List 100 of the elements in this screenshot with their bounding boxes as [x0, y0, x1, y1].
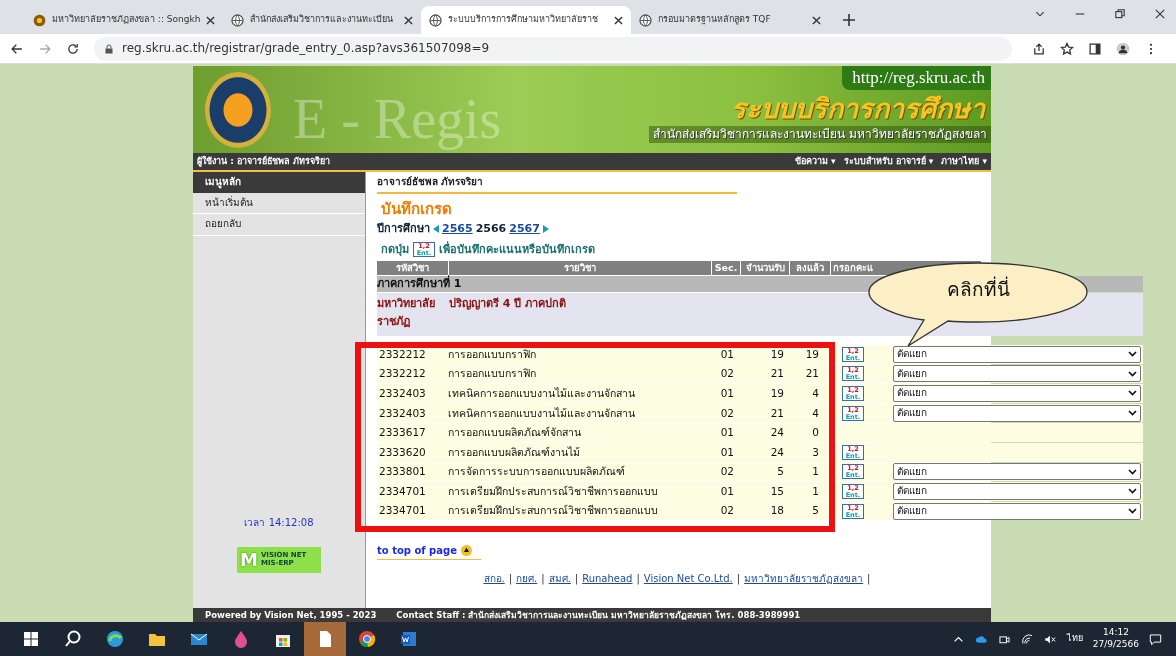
star-icon[interactable]: [1060, 41, 1074, 56]
side-panel-icon[interactable]: [1088, 41, 1102, 56]
browser-tab[interactable]: สำนักส่งเสริมวิชาการและงานทะเบียน: [223, 6, 421, 34]
globe-icon: [639, 13, 652, 27]
column-header: จำนวนรับ: [741, 261, 789, 275]
grade-mode-dropdown[interactable]: ตัดแยก: [893, 463, 1141, 481]
table-cell-text: 01: [719, 386, 735, 401]
year-link[interactable]: 2567: [509, 222, 540, 236]
sidebar-item[interactable]: หน้าเริ่มต้น: [193, 192, 365, 214]
language-indicator[interactable]: ไทย: [1066, 633, 1083, 645]
wifi-icon[interactable]: [1020, 632, 1034, 646]
next-icon[interactable]: [542, 225, 549, 233]
table-cell-text: 21: [769, 406, 785, 420]
grade-mode-dropdown[interactable]: ตัดแยก: [893, 385, 1141, 402]
windows-icon[interactable]: [21, 629, 41, 649]
table-cell-text: 19: [769, 347, 785, 361]
instruction-text: เพื่อบันทึกคะแนนหรือบันทึกเกรด: [439, 242, 595, 257]
table-cell-text: การออกแบบกราฟิก: [448, 347, 537, 361]
grade-mode-dropdown[interactable]: ตัดแยก: [893, 345, 1141, 363]
program-text: ปริญญาตรี 4 ปี ภาคปกติ: [449, 296, 568, 312]
close-icon[interactable]: [812, 15, 821, 25]
restore-icon[interactable]: [1114, 8, 1126, 20]
column-header: รายวิชา: [449, 261, 711, 275]
share-icon[interactable]: [1032, 41, 1046, 56]
nav-menu[interactable]: ภาษาไทย ▾: [941, 155, 987, 168]
nav-menu[interactable]: ข้อความ ▾: [794, 155, 836, 168]
table-cell-text: 02: [719, 406, 735, 420]
table-cell-text: เทคนิคการออกแบบงานไม้และงานจักสาน: [448, 386, 636, 401]
table-cell-text: การออกแบบผลิตภัณฑ์งานไม้: [448, 445, 581, 459]
chevron-down-icon: [1128, 390, 1137, 397]
profile-icon[interactable]: [1116, 41, 1130, 56]
table-cell-text: 21: [769, 367, 785, 381]
link-separator: |: [736, 572, 741, 586]
table-cell-text: การเตรียมฝึกประสบการณ์วิชาชีพการออกแบบ: [448, 504, 659, 518]
table-cell-text: 2332212: [378, 347, 427, 361]
table-cell-text: การออกแบบกราฟิก: [448, 367, 537, 381]
close-icon[interactable]: [404, 15, 413, 25]
powered-by-text: Powered by Vision Net, 1995 - 2023: [205, 609, 377, 621]
footer-link[interactable]: กยศ.: [516, 572, 538, 586]
chevron-down-icon: [1128, 508, 1137, 515]
year-link[interactable]: 2565: [442, 222, 473, 236]
banner-watermark: E - Regis: [293, 87, 502, 152]
system-title: ระบบบริการการศึกษา: [731, 92, 985, 126]
search-icon[interactable]: [63, 629, 83, 649]
browser-tab[interactable]: กรอบมาตรฐานหลักสูตร TQF: [631, 6, 829, 34]
close-icon[interactable]: [1154, 8, 1166, 20]
table-cell-text: การออกแบบผลิตภัณฑ์จักสาน: [448, 426, 582, 440]
footer-link[interactable]: มหาวิทยาลัยราชภัฏสงขลา: [744, 572, 864, 586]
reload-icon[interactable]: [66, 41, 80, 56]
sidebar-item[interactable]: ถอยกลับ: [193, 214, 365, 236]
column-header: ลงแล้ว: [790, 261, 830, 275]
grade-mode-dropdown[interactable]: ตัดแยก: [893, 404, 1141, 422]
link-separator: |: [867, 572, 871, 586]
footer-link[interactable]: Runahead: [582, 572, 633, 586]
chrome-icon[interactable]: [357, 629, 377, 649]
link-separator: |: [574, 572, 579, 586]
grade-mode-dropdown[interactable]: ตัดแยก: [893, 365, 1141, 383]
table-cell-text: 15: [769, 484, 785, 498]
user-label: ผู้ใช้งาน : อาจารย์ธัชพล ภัทรจริยา: [197, 155, 330, 168]
table-cell-text: 01: [719, 484, 735, 498]
address-bar[interactable]: reg.skru.ac.th/registrar/grade_entry_0.asp?avs361507098=9: [94, 36, 1012, 61]
word-icon[interactable]: [399, 629, 419, 649]
table-cell-text: 5: [776, 465, 785, 479]
table-cell-text: 02: [719, 465, 735, 479]
table-cell-text: 19: [769, 386, 785, 401]
chevron-down-icon: [1128, 370, 1137, 377]
clock-text: เวลา 14:12:08: [243, 516, 315, 529]
grade-mode-dropdown[interactable]: ตัดแยก: [893, 502, 1141, 520]
table-cell-text: 2334701: [378, 504, 427, 518]
table-cell-text: การเตรียมฝึกประสบการณ์วิชาชีพการออกแบบ: [448, 484, 659, 498]
seal-icon: [33, 13, 46, 27]
globe-icon: [429, 13, 442, 27]
table-cell-text: 02: [719, 367, 735, 381]
browser-tab[interactable]: มหาวิทยาลัยราชภัฏสงขลา :: Songkh: [25, 6, 223, 34]
column-header: รหัสวิชา: [377, 261, 448, 275]
link-separator: |: [541, 572, 545, 586]
chevron-down-icon: [1128, 488, 1137, 495]
nav-menu[interactable]: ระบบสำหรับ อาจารย์ ▾: [843, 155, 934, 168]
table-cell-text: 24: [769, 445, 785, 459]
grade-mode-dropdown[interactable]: ตัดแยก: [893, 482, 1141, 500]
top-link[interactable]: to top of page: [377, 544, 457, 558]
close-icon[interactable]: [206, 15, 215, 25]
link-separator: |: [636, 572, 640, 586]
notification-icon[interactable]: [1149, 632, 1162, 646]
taskbar-clock[interactable]: 14:12 27/9/2566: [1092, 627, 1139, 651]
table-cell-text: 2332212: [378, 367, 427, 381]
footer-link[interactable]: สมศ.: [548, 572, 571, 586]
table-cell-text: 19: [804, 347, 820, 361]
table-cell-text: 02: [719, 504, 735, 518]
table-cell-text: 2332403: [378, 386, 427, 401]
footer-link[interactable]: สกอ.: [483, 572, 505, 586]
browser-icon[interactable]: [105, 629, 125, 649]
previous-icon[interactable]: [433, 225, 439, 233]
new-tab-icon[interactable]: [843, 14, 855, 26]
browser-tab[interactable]: ระบบบริการการศึกษามหาวิทยาลัยราช: [421, 6, 631, 34]
instruction-text: กดปุ่ม: [381, 242, 409, 257]
close-icon[interactable]: [614, 15, 623, 25]
year-link[interactable]: 2566: [475, 222, 507, 236]
footer-link[interactable]: Vision Net Co.Ltd.: [643, 572, 733, 586]
chevron-down-icon: [1128, 468, 1137, 475]
